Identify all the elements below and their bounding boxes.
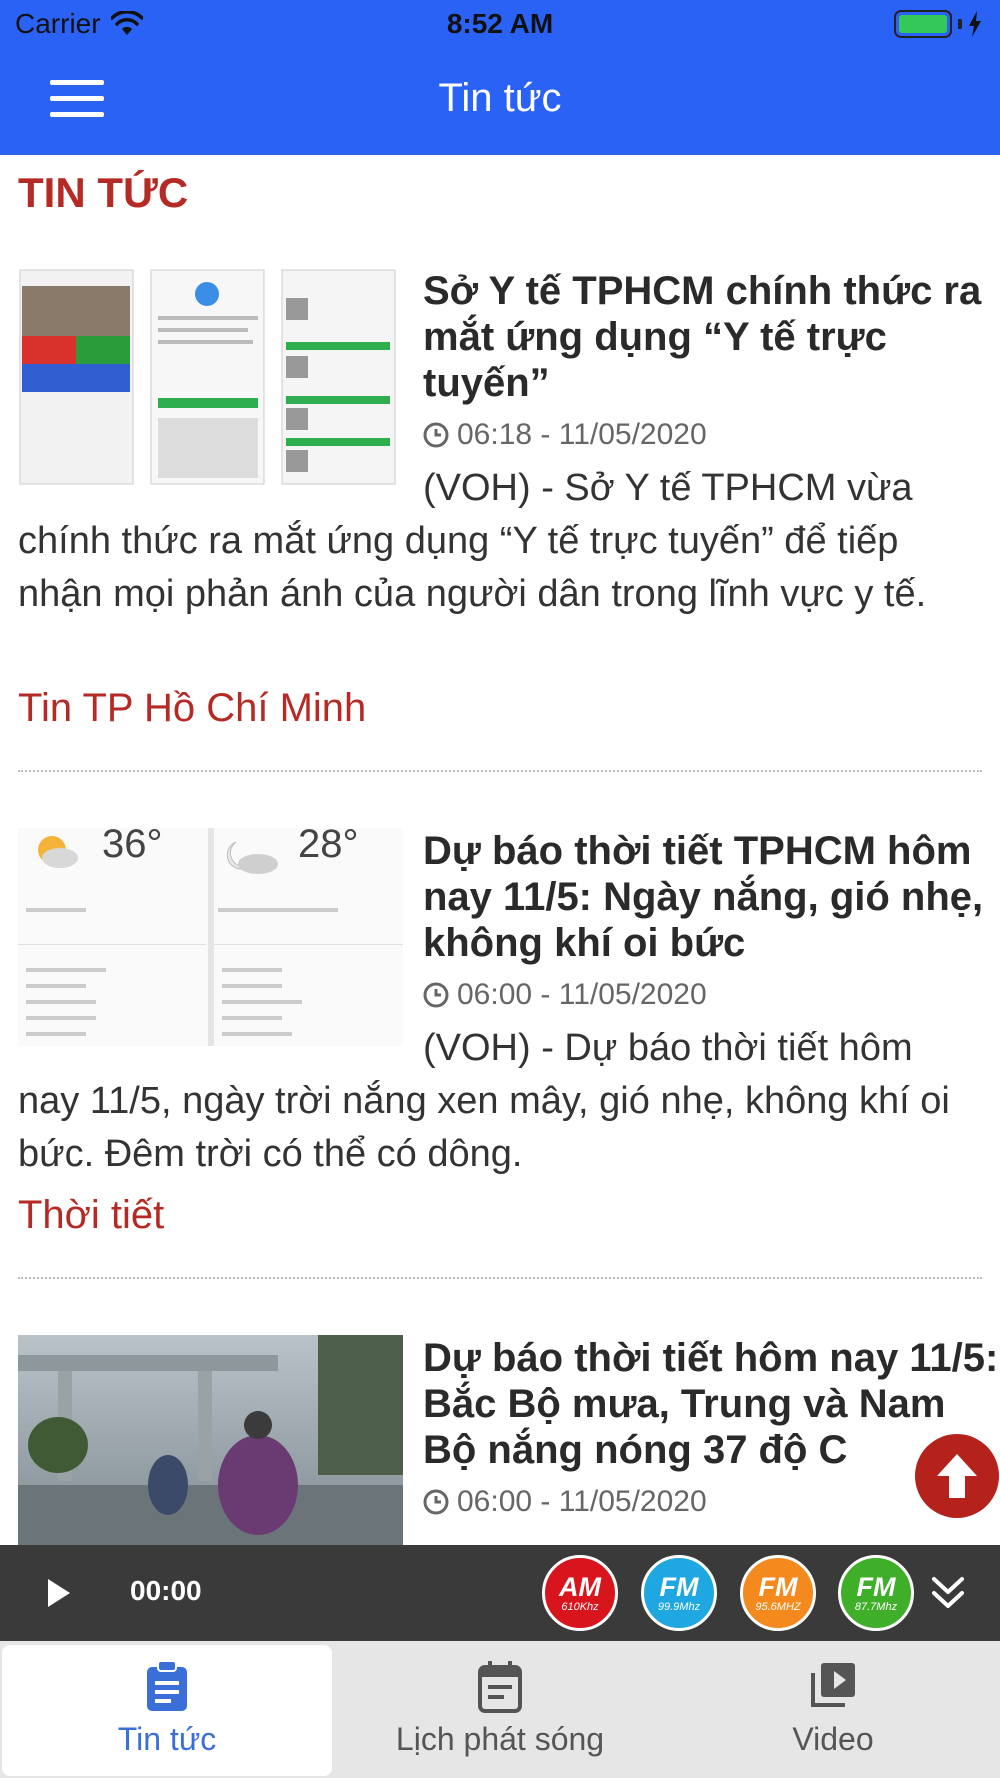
play-icon[interactable] xyxy=(40,1573,76,1613)
nav-bar: Tin tức xyxy=(0,50,1000,155)
status-time: 8:52 AM xyxy=(446,8,554,39)
station-fm-99-9[interactable]: FM 99.9Mhz xyxy=(641,1555,717,1631)
chevron-double-down-icon[interactable] xyxy=(928,1573,968,1613)
station-am-610[interactable]: AM 610Khz xyxy=(542,1555,618,1631)
station-band: AM xyxy=(559,1571,601,1602)
tab-label: Tin tức xyxy=(117,1721,217,1757)
tab-video[interactable]: Video xyxy=(668,1645,998,1776)
clock-icon xyxy=(423,1489,449,1515)
station-freq: 95.6MHZ xyxy=(755,1600,801,1613)
divider xyxy=(18,1277,982,1279)
tab-label: Lịch phát sóng xyxy=(395,1721,605,1757)
arrow-up-icon xyxy=(937,1454,977,1498)
clipboard-icon xyxy=(147,1660,187,1711)
tab-news[interactable]: Tin tức xyxy=(2,1645,332,1776)
charging-bolt-icon xyxy=(969,11,981,37)
thumb-temp-2: 28° xyxy=(298,828,359,866)
page-title: Tin tức xyxy=(438,76,562,120)
station-band: FM xyxy=(659,1571,699,1602)
player-time: 00:00 xyxy=(130,1575,202,1606)
tab-bar: Tin tức Lịch phát sóng Video xyxy=(0,1641,1000,1778)
article-thumbnail: 36° 28° xyxy=(18,828,403,1046)
station-band: FM xyxy=(856,1571,896,1602)
article-item[interactable]: Dự báo thời tiết hôm nay 11/5: Bắc Bộ mư… xyxy=(18,1335,998,1545)
radio-player: 00:00 AM 610Khz FM 99.9Mhz FM 95.6MHZ FM… xyxy=(0,1545,1000,1641)
station-freq: 99.9Mhz xyxy=(657,1600,701,1613)
article-headline[interactable]: Sở Y tế TPHCM chính thức ra mắt ứng dụng… xyxy=(423,268,1000,406)
video-icon xyxy=(811,1663,855,1707)
article-category[interactable]: Tin TP Hồ Chí Minh xyxy=(18,686,366,731)
article-summary: (VOH) - Dự báo thời tiết hôm nay 11/5, n… xyxy=(18,1027,950,1175)
tab-label: Video xyxy=(792,1721,874,1757)
battery-icon xyxy=(894,10,982,38)
tab-schedule[interactable]: Lịch phát sóng xyxy=(335,1645,665,1776)
station-fm-95-6[interactable]: FM 95.6MHZ xyxy=(740,1555,816,1631)
article-item[interactable]: Sở Y tế TPHCM chính thức ra mắt ứng dụng… xyxy=(18,268,982,788)
article-time-text: 06:00 - 11/05/2020 xyxy=(457,1485,707,1518)
clock-icon xyxy=(423,422,449,448)
divider xyxy=(18,770,982,772)
article-time: 06:00 - 11/05/2020 xyxy=(423,978,707,1012)
article-category[interactable]: Thời tiết xyxy=(18,1193,164,1238)
station-freq: 87.7Mhz xyxy=(854,1600,898,1613)
clock-icon xyxy=(423,982,449,1008)
article-headline[interactable]: Dự báo thời tiết hôm nay 11/5: Bắc Bộ mư… xyxy=(423,1335,1000,1473)
news-list[interactable]: TIN TỨC Sở Y tế TPHCM chính thức ra mắt … xyxy=(0,155,1000,1545)
article-thumbnail xyxy=(18,1335,403,1545)
article-time: 06:18 - 11/05/2020 xyxy=(423,418,707,452)
thumb-temp-1: 36° xyxy=(102,828,163,866)
article-time: 06:00 - 11/05/2020 xyxy=(423,1485,707,1519)
article-headline[interactable]: Dự báo thời tiết TPHCM hôm nay 11/5: Ngà… xyxy=(423,828,1000,966)
article-summary: (VOH) - Sở Y tế TPHCM vừa chính thức ra … xyxy=(18,467,927,615)
article-item[interactable]: 36° 28° Dự báo thời tiết TPHCM hôm nay 1… xyxy=(18,828,983,1348)
station-freq: 610Khz xyxy=(561,1600,599,1613)
status-bar: Carrier 8:52 AM xyxy=(0,0,1000,50)
calendar-icon xyxy=(478,1661,522,1713)
top-bar: Carrier 8:52 AM Tin tức xyxy=(0,0,1000,155)
article-time-text: 06:18 - 11/05/2020 xyxy=(457,418,707,451)
article-thumbnail xyxy=(18,268,403,486)
station-band: FM xyxy=(758,1571,798,1602)
scroll-to-top-button[interactable] xyxy=(915,1434,999,1518)
article-time-text: 06:00 - 11/05/2020 xyxy=(457,978,707,1011)
section-title: TIN TỨC xyxy=(18,169,189,216)
station-fm-87-7[interactable]: FM 87.7Mhz xyxy=(838,1555,914,1631)
